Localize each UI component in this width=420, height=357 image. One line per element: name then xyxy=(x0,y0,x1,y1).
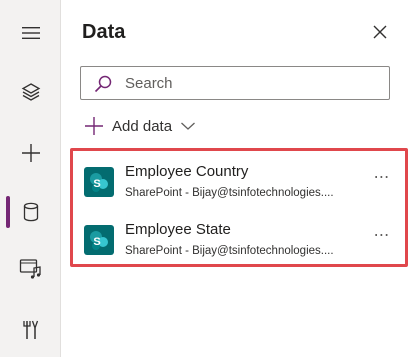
advanced-tools-button[interactable] xyxy=(0,307,61,353)
sharepoint-icon: S xyxy=(84,167,114,197)
more-options-button[interactable]: ⋯ xyxy=(371,225,393,245)
tree-view-button[interactable] xyxy=(0,69,61,115)
data-source-name: Employee Country xyxy=(125,163,249,180)
media-button[interactable] xyxy=(0,246,61,292)
add-data-button[interactable]: Add data xyxy=(84,113,196,139)
data-source-item[interactable]: S Employee State SharePoint - Bijay@tsin… xyxy=(80,221,408,269)
tools-icon xyxy=(22,320,38,339)
sharepoint-icon: S xyxy=(84,225,114,255)
svg-text:S: S xyxy=(93,178,100,190)
chevron-down-icon xyxy=(181,122,196,130)
panel-title: Data xyxy=(82,21,126,43)
close-icon xyxy=(373,25,387,39)
hamburger-menu-button[interactable] xyxy=(0,10,61,56)
svg-text:S: S xyxy=(93,236,100,248)
search-input[interactable] xyxy=(125,67,375,99)
data-source-connection: SharePoint - Bijay@tsinfotechnologies...… xyxy=(125,245,334,257)
left-rail xyxy=(0,0,61,357)
database-icon xyxy=(23,202,38,222)
close-button[interactable] xyxy=(362,16,398,48)
media-icon xyxy=(19,259,41,279)
insert-button[interactable] xyxy=(0,130,61,176)
data-panel: Data Add data S xyxy=(62,0,420,357)
search-icon xyxy=(94,75,112,93)
data-source-item[interactable]: S Employee Country SharePoint - Bijay@ts… xyxy=(80,163,408,211)
plus-icon xyxy=(21,144,40,162)
search-box[interactable] xyxy=(80,66,390,100)
add-icon xyxy=(85,117,103,135)
add-data-label: Add data xyxy=(112,117,173,135)
layers-icon xyxy=(21,83,40,101)
active-indicator xyxy=(6,196,10,228)
hamburger-menu-icon xyxy=(21,27,40,39)
data-source-name: Employee State xyxy=(125,221,231,238)
more-options-button[interactable]: ⋯ xyxy=(371,167,393,187)
data-button[interactable] xyxy=(0,189,61,235)
data-source-connection: SharePoint - Bijay@tsinfotechnologies...… xyxy=(125,187,334,199)
